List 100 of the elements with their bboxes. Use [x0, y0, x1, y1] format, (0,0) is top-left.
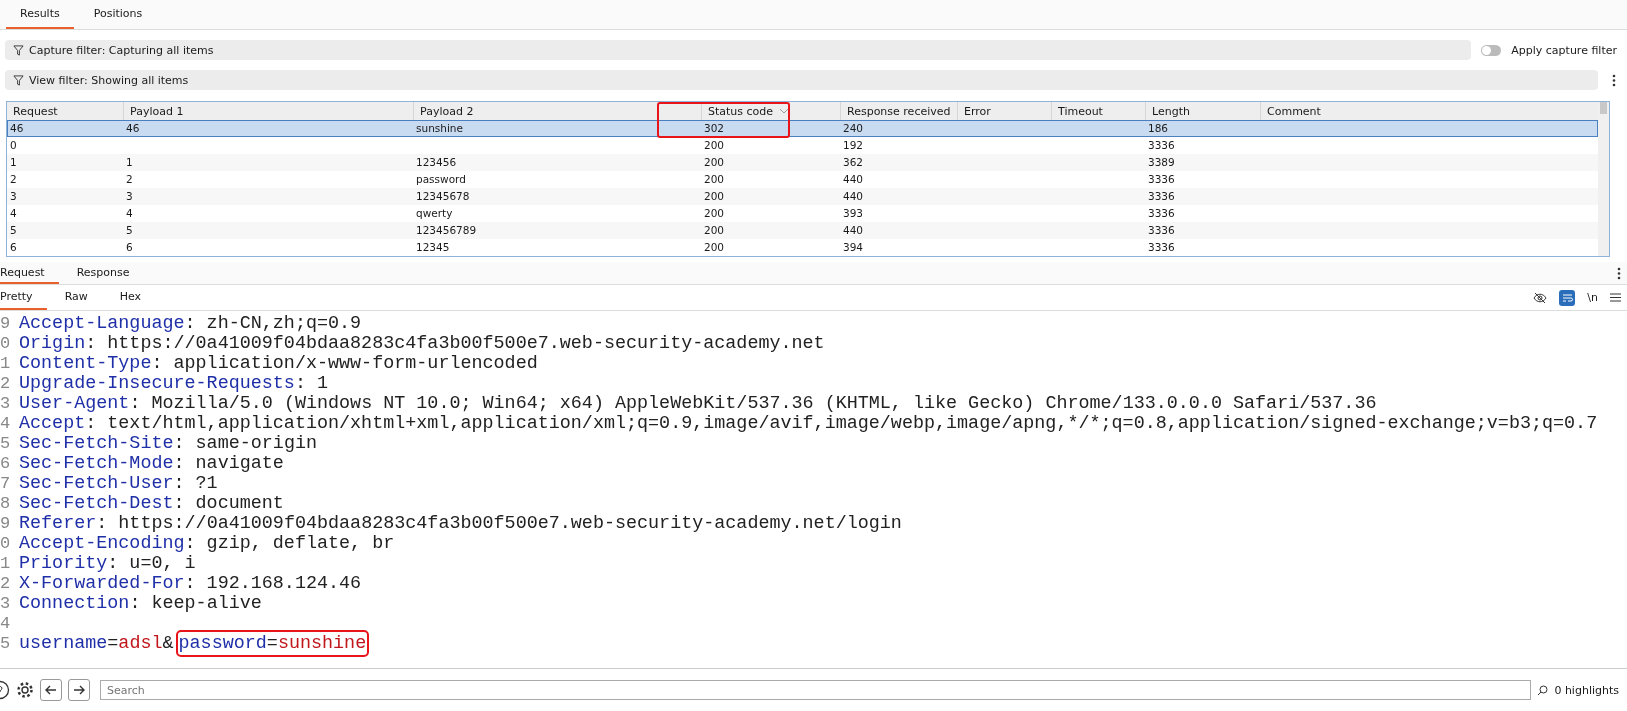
table-cell-text: 200 [703, 240, 726, 255]
table-cell-text: 5 [125, 223, 134, 238]
table-cell-text: 393 [842, 206, 865, 221]
table-cell-text: sunshine [415, 121, 464, 136]
arrow-right-icon [73, 685, 85, 695]
highlights-count: 0 highlights [1554, 683, 1619, 697]
code-line: User-Agent: Mozilla/5.0 (Windows NT 10.0; Win64; x64) AppleWebKit/537.36 (KHTML, like Gecko) Chrome/133.0.0.0 Safari/537.36 [19, 392, 1377, 414]
column-header[interactable]: Request [7, 102, 123, 120]
scrollbar[interactable] [1598, 102, 1609, 256]
table-row[interactable]: 1 1 123456 200 362 3389 [7, 154, 1598, 171]
tab[interactable]: Positions [87, 0, 149, 29]
code-line: Sec-Fetch-User: ?1 [19, 472, 218, 494]
line-number: 2 [0, 373, 12, 393]
code-line: username=adsl& password=sunshine [19, 632, 367, 654]
tab[interactable]: Hex [119, 285, 156, 310]
table-cell-text: 200 [703, 155, 726, 170]
table-cell-text: 3336 [1147, 206, 1176, 221]
table-cell-text: 2 [125, 172, 134, 187]
line-number: 7 [0, 473, 12, 493]
forward-button[interactable] [68, 679, 90, 701]
code-line: Origin: https://0a41009f04bdaa8283c4fa3b00f500e7.web-security-academy.net [19, 332, 825, 354]
line-number: 9 [0, 313, 12, 333]
capture-filter-bar[interactable]: Capture filter: Capturing all items [5, 40, 1472, 60]
table-cell-text: 394 [842, 240, 865, 255]
line-number: 1 [0, 353, 12, 373]
table-row[interactable]: 46 46 sunshine 302 240 186 [7, 120, 1598, 137]
table-cell-text: 440 [842, 172, 865, 187]
table-cell-text: 302 [703, 121, 726, 136]
table-cell-text: 200 [703, 138, 726, 153]
view-filter-bar[interactable]: View filter: Showing all items [5, 70, 1598, 90]
table-cell-text: 200 [703, 223, 726, 238]
table-cell-text: 200 [703, 206, 726, 221]
menu-icon[interactable] [1610, 293, 1621, 302]
code-line: Sec-Fetch-Dest: document [19, 492, 284, 514]
table-cell-text: 3389 [1147, 155, 1176, 170]
line-number: 0 [0, 533, 12, 553]
line-number: 8 [0, 493, 12, 513]
code-line: Connection: keep-alive [19, 592, 262, 614]
line-number: 3 [0, 593, 12, 613]
more-options-icon[interactable] [1612, 73, 1616, 87]
more-options-icon[interactable] [1617, 266, 1621, 280]
table-cell-text: 3 [9, 189, 18, 204]
line-number: 2 [0, 573, 12, 593]
code-line: Referer: https://0a41009f04bdaa8283c4fa3b00f500e7.web-security-academy.net/login [19, 512, 902, 534]
table-cell-text: 3 [125, 189, 134, 204]
table-cell-text: 3336 [1147, 138, 1176, 153]
table-cell-text: 440 [842, 223, 865, 238]
line-number: 4 [0, 613, 12, 633]
line-number: 6 [0, 453, 12, 473]
table-cell-text: 3336 [1147, 223, 1176, 238]
code-line: Sec-Fetch-Mode: navigate [19, 452, 284, 474]
filter-icon [13, 44, 24, 56]
wrap-lines-icon [1561, 292, 1573, 303]
tab[interactable]: Raw [64, 285, 102, 310]
line-number: 1 [0, 553, 12, 573]
table-cell-text: 200 [703, 172, 726, 187]
back-button[interactable] [40, 679, 62, 701]
table-cell-text: 6 [9, 240, 18, 255]
table-cell-text: 0 [9, 138, 18, 153]
code-line: Content-Type: application/x-www-form-urlencoded [19, 352, 538, 374]
table-cell-text: 440 [842, 189, 865, 204]
code-line: Sec-Fetch-Site: same-origin [19, 432, 317, 454]
search-icon[interactable] [1537, 684, 1549, 696]
table-cell-text: 240 [842, 121, 865, 136]
help-icon[interactable] [0, 680, 10, 700]
table-cell-text: 4 [125, 206, 134, 221]
table-cell-text: password [415, 172, 467, 187]
filter-icon [13, 74, 24, 86]
table-cell-text: 362 [842, 155, 865, 170]
table-cell-text: 1 [125, 155, 134, 170]
code-line: Accept: text/html,application/xhtml+xml,application/xml;q=0.9,image/avif,image/webp,image/apng,*/*;q=0.8,application/signed-exchange;v=b3;q=0.7 [19, 412, 1598, 434]
tab[interactable]: Response [76, 262, 144, 284]
table-cell-text: 123456 [415, 155, 458, 170]
code-line: Upgrade-Insecure-Requests: 1 [19, 372, 328, 394]
table-cell-text: 3336 [1147, 189, 1176, 204]
table-cell-text: 1 [9, 155, 18, 170]
table-cell-text: qwerty [415, 206, 454, 221]
line-number: 5 [0, 633, 12, 653]
table-cell-text: 186 [1147, 121, 1170, 136]
tab[interactable]: Pretty [0, 285, 47, 310]
table-cell-text: 3336 [1147, 240, 1176, 255]
table-cell-text: 123456789 [415, 223, 478, 238]
table-cell-text: 6 [125, 240, 134, 255]
line-number: 5 [0, 433, 12, 453]
line-number: 4 [0, 413, 12, 433]
arrow-left-icon [45, 685, 57, 695]
settings-icon[interactable] [16, 681, 34, 699]
table-cell-text: 3336 [1147, 172, 1176, 187]
tab[interactable]: Results [6, 0, 74, 29]
line-number: 9 [0, 513, 12, 533]
eye-off-icon[interactable] [1533, 291, 1548, 304]
search-field[interactable]: Search [100, 680, 1532, 700]
toggle-switch[interactable] [1481, 44, 1502, 56]
table-cell-text: 200 [703, 189, 726, 204]
table-cell-text: 12345678 [415, 189, 471, 204]
table-cell-text: 46 [9, 121, 25, 136]
wrap-button[interactable] [1559, 289, 1576, 306]
table-row[interactable]: 5 5 123456789 200 440 3336 [7, 222, 1598, 239]
newline-toggle[interactable]: \n [1587, 291, 1598, 304]
table-row[interactable]: 3 3 12345678 200 440 3336 [7, 188, 1598, 205]
